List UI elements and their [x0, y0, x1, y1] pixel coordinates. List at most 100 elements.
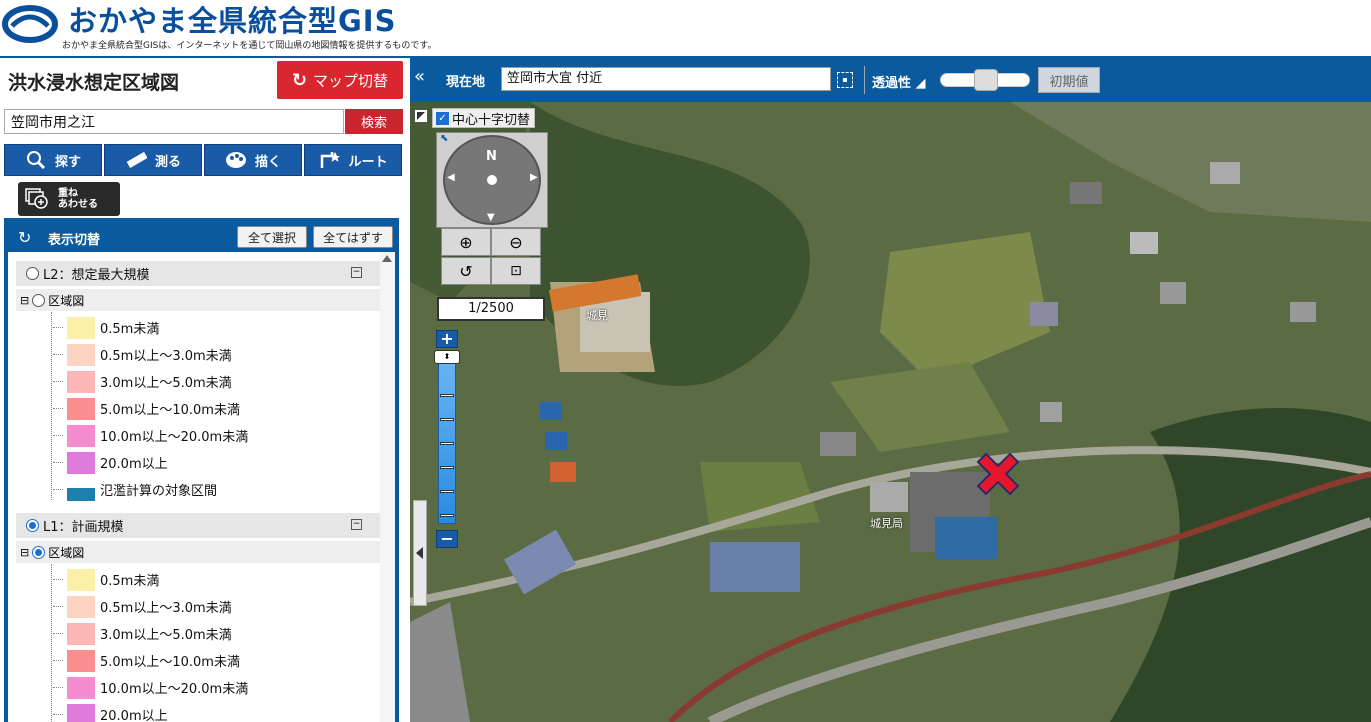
collapse-panel-icon[interactable]: «	[414, 66, 425, 87]
site-subtitle: おかやま全県統合型GISは、インターネットを通じて岡山県の地図情報を提供するもの…	[62, 41, 437, 51]
opacity-slider-knob[interactable]	[974, 69, 998, 91]
collapse-icon[interactable]: −	[351, 519, 362, 530]
zoom-minus-icon[interactable]: −	[436, 530, 458, 548]
legend-label: 0.5m以上～3.0m未満	[100, 349, 232, 364]
overlay-label: 重ね あわせる	[58, 188, 98, 210]
rotate-icon: ↺	[459, 261, 473, 281]
search-input[interactable]	[4, 109, 344, 134]
checkbox-checked-icon[interactable]: ✓	[436, 111, 449, 125]
group-l2[interactable]: L2：想定最大規模 −	[16, 261, 380, 286]
legend-swatch	[67, 397, 95, 420]
center-crosshair-toggle[interactable]: ✓ 中心十字切替	[432, 108, 536, 128]
location-field[interactable]: 笠岡市大宜 付近	[501, 67, 831, 91]
corner-arrow-icon[interactable]: ⬉	[440, 133, 448, 144]
pan-left-icon[interactable]: ◀	[447, 172, 455, 183]
map-scale: 1/2500	[437, 297, 545, 321]
site-title: おかやま全県統合型GIS	[68, 4, 397, 38]
select-all-button[interactable]: 全て選択	[237, 226, 307, 248]
tool-route-button[interactable]: ルート	[304, 144, 402, 176]
legend-label: 3.0m以上～5.0m未満	[100, 376, 232, 391]
legend-label: 0.5m未満	[100, 574, 160, 589]
zoom-slider-knob[interactable]: ⬍	[434, 350, 460, 364]
scroll-up-icon[interactable]	[382, 255, 392, 262]
legend-swatch	[67, 316, 95, 339]
search-button[interactable]: 検索	[345, 109, 403, 134]
scrollbar[interactable]	[380, 252, 395, 722]
collapse-icon[interactable]: −	[351, 267, 362, 278]
legend-item: 3.0m以上～5.0m未満	[53, 368, 232, 395]
legend-item: 20.0m以上	[53, 449, 168, 476]
opacity-label: 透過性 ◢	[872, 76, 926, 91]
group-l1-sub-radio[interactable]	[32, 545, 46, 559]
legend-swatch	[67, 343, 95, 366]
legend-item: 0.5m以上～3.0m未満	[53, 341, 232, 368]
compass-center-icon[interactable]	[487, 175, 497, 185]
map-switch-label: マップ切替	[313, 71, 389, 90]
tool-draw-button[interactable]: 描く	[204, 144, 302, 176]
legend-label: 0.5m未満	[100, 322, 160, 337]
tree-minus-icon[interactable]: ⊟	[20, 294, 29, 307]
overlay-button[interactable]: 重ね あわせる	[18, 182, 120, 216]
map-title: 洪水浸水想定区域図	[8, 72, 180, 94]
magnifier-icon	[26, 151, 46, 170]
legend-swatch	[67, 649, 95, 672]
zoom-tick	[440, 418, 454, 421]
zoom-slider[interactable]: + ⬍ −	[434, 330, 460, 548]
legend-swatch	[67, 622, 95, 645]
legend-label: 氾濫計算の対象区間	[100, 484, 218, 499]
group-l1-radio[interactable]	[26, 519, 39, 532]
legend-item: 0.5m以上～3.0m未満	[53, 593, 232, 620]
expand-icon[interactable]	[414, 109, 428, 123]
zoom-plus-icon[interactable]: +	[436, 330, 458, 348]
group-l1-sub[interactable]: ⊟ 区域図	[16, 541, 380, 563]
palette-icon	[225, 152, 246, 168]
zoom-out-button[interactable]: ⊖	[491, 228, 541, 256]
zoom-area-icon: ⊡	[510, 263, 522, 279]
tool-search-label: 探す	[54, 154, 81, 170]
legend-item: 0.5m未満	[53, 314, 159, 341]
group-l1-sub-label: 区域図	[48, 545, 85, 560]
zoom-track[interactable]	[438, 350, 456, 524]
legend-label: 20.0m以上	[100, 457, 168, 472]
toggle-icon: ↻	[18, 228, 32, 247]
layer-panel: ↻ 表示切替 全て選択 全てはずす L2：想定最大規模 − ⊟ 区域図 0.5m…	[4, 218, 399, 722]
deselect-all-button[interactable]: 全てはずす	[313, 226, 393, 248]
compass-north-label: N	[486, 149, 497, 164]
tree-minus-icon[interactable]: ⊟	[20, 546, 29, 559]
map-view[interactable]: 城見 城見局	[410, 102, 1371, 722]
center-crosshair-label: 中心十字切替	[452, 112, 531, 128]
crosshair-icon[interactable]	[837, 72, 853, 88]
map-toolbar: « 現在地 笠岡市大宜 付近 透過性 ◢ 初期値	[410, 58, 1371, 102]
legend-label: 10.0m以上～20.0m未満	[100, 430, 249, 445]
legend-item: 5.0m以上～10.0m未満	[53, 395, 240, 422]
zoom-in-button[interactable]: ⊕	[441, 228, 491, 256]
rotate-button[interactable]: ↺	[441, 257, 491, 285]
group-l2-radio[interactable]	[26, 267, 39, 280]
pan-down-icon[interactable]: ▼	[487, 212, 495, 223]
group-l2-sub[interactable]: ⊟ 区域図	[16, 289, 380, 311]
layers-plus-icon	[25, 188, 48, 209]
tool-route-label: ルート	[348, 154, 388, 170]
pan-right-icon[interactable]: ▶	[530, 172, 538, 183]
aerial-photo	[410, 102, 1371, 722]
tool-search-button[interactable]: 探す	[4, 144, 102, 176]
side-panel-handle[interactable]	[413, 500, 427, 606]
legend-swatch	[67, 370, 95, 393]
group-l1[interactable]: L1：計画規模 −	[16, 513, 380, 538]
okayama-logo	[2, 5, 58, 43]
group-l2-sub-radio[interactable]	[32, 293, 46, 307]
refresh-icon: ↻	[291, 69, 308, 91]
legend-label: 5.0m以上～10.0m未満	[100, 655, 240, 670]
legend-item: 3.0m以上～5.0m未満	[53, 620, 232, 647]
overlay-label-2: あわせる	[58, 199, 98, 210]
reset-button[interactable]: 初期値	[1038, 67, 1100, 93]
map-place-label: 城見局	[870, 517, 903, 530]
legend-item: 10.0m以上～20.0m未満	[53, 674, 248, 701]
group-l2-label: L2：想定最大規模	[43, 268, 150, 283]
zoom-area-button[interactable]: ⊡	[491, 257, 541, 285]
route-icon	[321, 152, 341, 168]
legend-swatch	[67, 676, 95, 699]
legend-swatch	[67, 703, 95, 722]
tool-measure-button[interactable]: 測る	[104, 144, 202, 176]
map-switch-button[interactable]: ↻ マップ切替	[277, 61, 403, 99]
